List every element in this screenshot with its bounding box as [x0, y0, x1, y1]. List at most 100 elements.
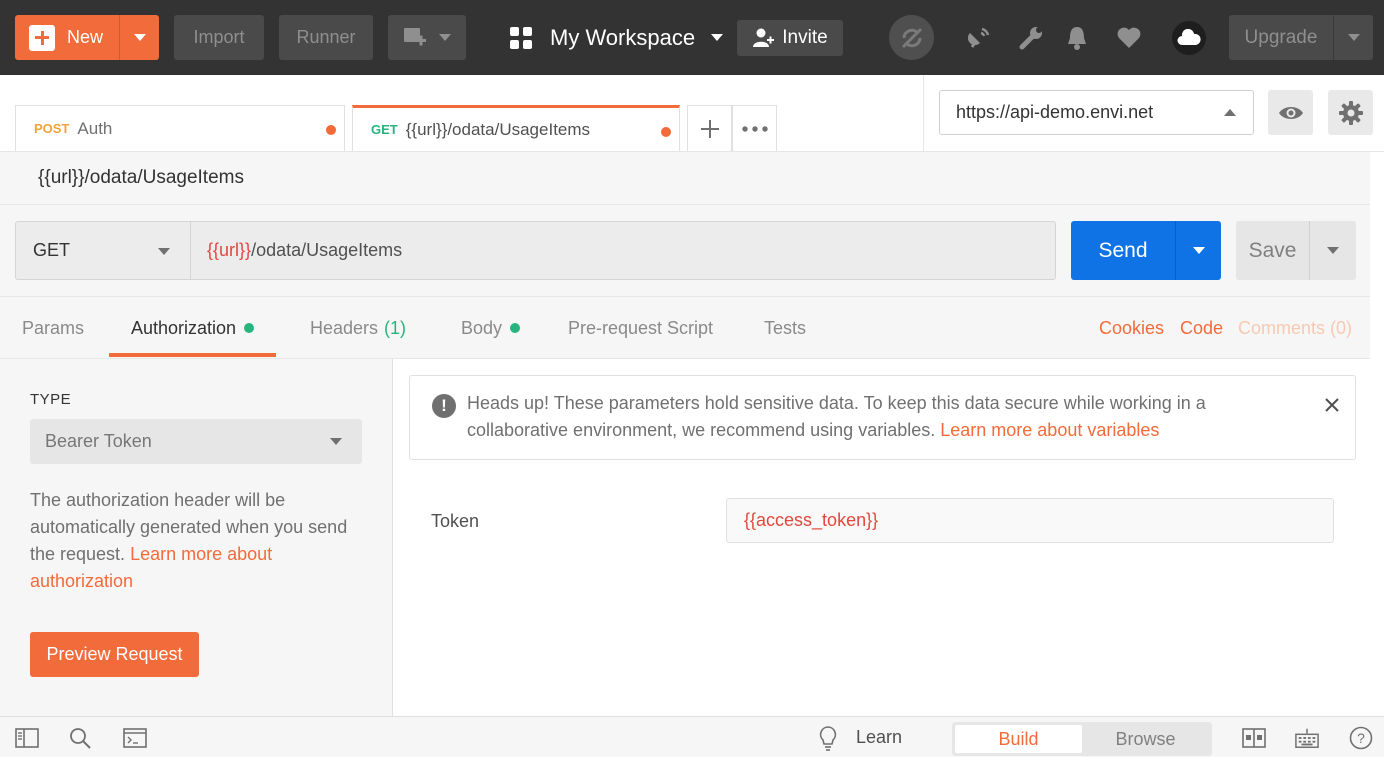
token-input[interactable]: {{access_token}}: [726, 498, 1334, 543]
learn-label: Learn: [856, 727, 903, 747]
settings-button[interactable]: [1015, 22, 1047, 54]
code-link[interactable]: Code: [1180, 297, 1223, 359]
toggle-sidebar-button[interactable]: [15, 727, 39, 749]
tab-method: GET: [371, 122, 398, 137]
tab-params[interactable]: Params: [22, 297, 84, 359]
workspace-switcher[interactable]: My Workspace: [510, 15, 724, 60]
satellite-button[interactable]: [963, 22, 995, 54]
runner-button[interactable]: Runner: [279, 15, 373, 60]
import-button[interactable]: Import: [174, 15, 264, 60]
console-icon: [123, 728, 147, 748]
find-button[interactable]: [68, 727, 92, 749]
new-dropdown-caret[interactable]: [119, 15, 159, 60]
new-tab-button[interactable]: [687, 105, 732, 151]
chevron-up-icon: [1224, 109, 1236, 116]
method-value: GET: [33, 240, 71, 260]
tab-options-button[interactable]: [732, 105, 777, 151]
environment-quick-look-button[interactable]: [1268, 90, 1313, 135]
help-icon: ?: [1349, 726, 1373, 750]
method-select[interactable]: GET: [15, 221, 191, 280]
help-button[interactable]: ?: [1349, 726, 1373, 750]
save-label[interactable]: Save: [1236, 221, 1309, 280]
save-dropdown-caret[interactable]: [1309, 221, 1356, 280]
active-tab-underline: [109, 353, 277, 357]
svg-text:?: ?: [1357, 730, 1365, 746]
plus-icon: [29, 24, 55, 51]
new-button[interactable]: New: [15, 15, 159, 60]
new-window-button[interactable]: [388, 15, 466, 60]
url-input[interactable]: {{url}}/odata/UsageItems: [190, 221, 1056, 280]
auth-description: The authorization header will be automat…: [30, 487, 365, 595]
keyboard-shortcuts-button[interactable]: [1295, 727, 1319, 749]
invite-button[interactable]: Invite: [737, 20, 843, 56]
manage-environments-button[interactable]: [1328, 90, 1373, 135]
tab-headers-label: Headers: [310, 317, 379, 338]
close-icon[interactable]: [1323, 396, 1341, 414]
browse-mode-button[interactable]: Browse: [1082, 725, 1209, 753]
tab-auth[interactable]: POST Auth: [15, 105, 345, 151]
send-label[interactable]: Send: [1071, 221, 1175, 280]
two-pane-icon: [1242, 728, 1266, 748]
chevron-down-icon: [158, 248, 170, 255]
chevron-down-icon: [1347, 34, 1360, 41]
sensitive-data-alert: ! Heads up! These parameters hold sensit…: [409, 375, 1356, 460]
lightbulb-icon: [819, 725, 837, 751]
new-window-icon: [404, 27, 426, 45]
tab-headers[interactable]: Headers (1): [310, 297, 406, 359]
heart-icon: [1117, 27, 1141, 48]
chevron-down-icon: [711, 34, 724, 41]
keyboard-icon: [1295, 728, 1319, 748]
tab-row: POST Auth GET {{url}}/odata/UsageItems h…: [0, 75, 1384, 152]
environment-selector[interactable]: https://api-demo.envi.net: [939, 90, 1254, 135]
status-dot-icon: [244, 323, 255, 333]
chevron-down-icon: [1192, 247, 1205, 254]
favorites-button[interactable]: [1113, 22, 1145, 54]
upgrade-dropdown-caret[interactable]: [1333, 15, 1373, 60]
url-variable: {{url}}: [207, 240, 252, 260]
tab-tests[interactable]: Tests: [764, 297, 806, 359]
notifications-button[interactable]: [1062, 22, 1092, 54]
sync-status-button[interactable]: [889, 15, 934, 60]
cookies-link[interactable]: Cookies: [1099, 297, 1164, 359]
auth-type-value: Bearer Token: [45, 431, 152, 451]
eye-icon: [1278, 106, 1303, 119]
two-pane-view-button[interactable]: [1242, 727, 1266, 749]
status-dot-icon: [510, 323, 521, 333]
request-name[interactable]: {{url}}/odata/UsageItems: [0, 152, 1370, 205]
preview-request-button[interactable]: Preview Request: [30, 632, 199, 677]
save-button[interactable]: Save: [1236, 221, 1356, 280]
sidebar-icon: [15, 728, 39, 748]
console-button[interactable]: [123, 727, 147, 749]
wrench-icon: [1019, 27, 1042, 50]
upgrade-button[interactable]: Upgrade: [1229, 15, 1373, 60]
cloud-sync-button[interactable]: [1172, 21, 1206, 55]
build-mode-button[interactable]: Build: [955, 725, 1082, 753]
new-button-main[interactable]: New: [15, 15, 119, 60]
learn-variables-link[interactable]: Learn more about variables: [940, 420, 1159, 440]
environment-value: https://api-demo.envi.net: [956, 102, 1154, 122]
auth-details-panel: ! Heads up! These parameters hold sensit…: [393, 359, 1370, 716]
tab-body-label: Body: [461, 317, 503, 338]
auth-type-select[interactable]: Bearer Token: [30, 419, 362, 464]
send-dropdown-caret[interactable]: [1175, 221, 1221, 280]
invite-label: Invite: [782, 27, 828, 48]
tab-authorization[interactable]: Authorization: [109, 297, 277, 359]
tab-usage-items[interactable]: GET {{url}}/odata/UsageItems: [352, 105, 680, 151]
tab-body[interactable]: Body: [461, 297, 521, 359]
comments-link[interactable]: Comments (0): [1238, 297, 1352, 359]
gear-icon: [1338, 100, 1363, 125]
url-bar: GET {{url}}/odata/UsageItems Send Save: [0, 205, 1370, 297]
unsaved-dot-icon: [326, 125, 336, 135]
tab-prerequest-script[interactable]: Pre-request Script: [568, 297, 713, 359]
url-path: /odata/UsageItems: [251, 240, 403, 260]
send-button[interactable]: Send: [1071, 221, 1221, 280]
more-horizontal-icon: [741, 125, 768, 132]
workspace-grid-icon: [510, 26, 532, 49]
learn-button[interactable]: Learn: [818, 717, 902, 757]
alert-message: Heads up! These parameters hold sensitiv…: [467, 390, 1287, 444]
request-subtabs: Params Authorization Headers (1) Body Pr…: [0, 297, 1370, 359]
chevron-down-icon: [439, 34, 451, 41]
warning-icon: !: [432, 394, 456, 418]
upgrade-label[interactable]: Upgrade: [1229, 15, 1333, 60]
headers-count: (1): [384, 317, 407, 338]
